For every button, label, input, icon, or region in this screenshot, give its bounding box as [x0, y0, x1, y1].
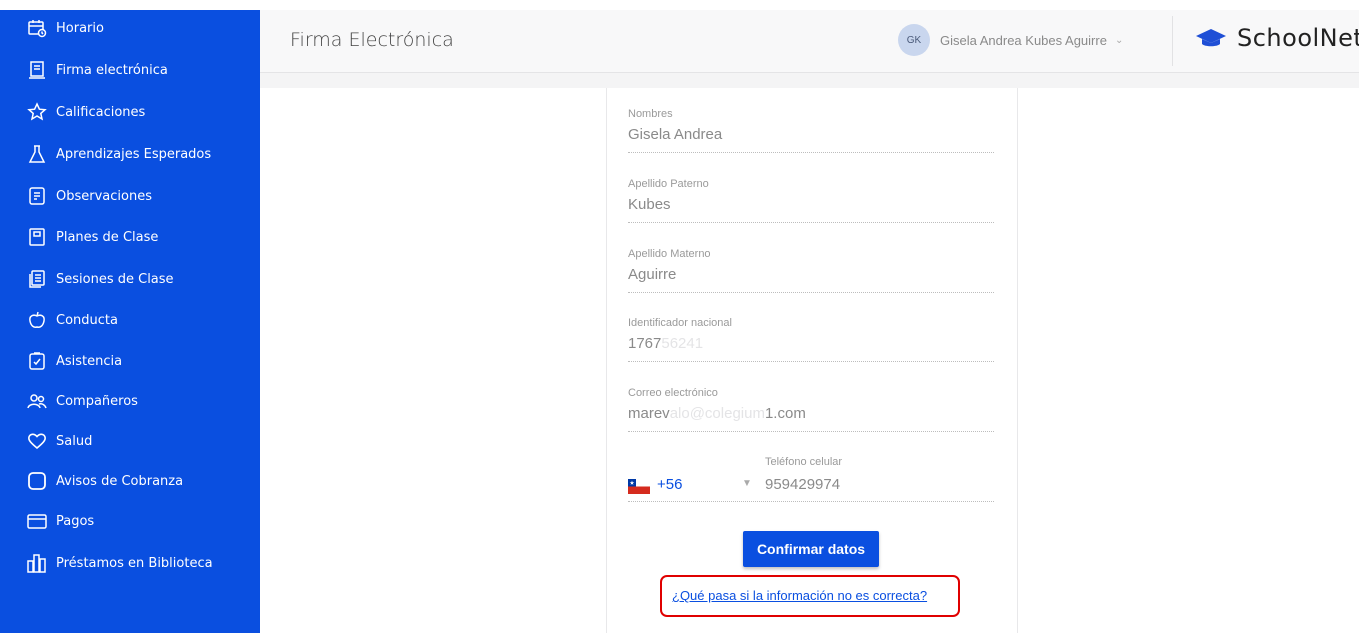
- incorrect-info-help-link[interactable]: ¿Qué pasa si la información no es correc…: [672, 588, 927, 603]
- plan-icon: [27, 227, 47, 247]
- note-icon: [27, 186, 47, 206]
- sidebar-item-salud[interactable]: Salud: [27, 429, 92, 453]
- sidebar-top-gap: [0, 0, 260, 10]
- card-icon: [27, 511, 47, 531]
- people-icon: [27, 391, 47, 411]
- field-underline: [628, 152, 994, 153]
- sidebar-item-aprendizajes-esperados[interactable]: Aprendizajes Esperados: [27, 142, 211, 166]
- attendance-icon: [27, 351, 47, 371]
- first-names-field: Nombres Gisela Andrea: [628, 108, 994, 153]
- field-value: Kubes: [628, 196, 671, 213]
- user-menu[interactable]: GK Gisela Andrea Kubes Aguirre ⌄: [898, 22, 1123, 58]
- avatar: GK: [898, 24, 930, 56]
- sidebar-item-firma-electronica[interactable]: Firma electrónica: [27, 58, 168, 82]
- sidebar-item-label: Observaciones: [56, 188, 152, 204]
- content-top-strip: [260, 73, 1359, 88]
- books-icon: [27, 553, 47, 573]
- brand-name: SchoolNet: [1237, 24, 1359, 52]
- sidebar-item-asistencia[interactable]: Asistencia: [27, 349, 122, 373]
- sidebar-item-pagos[interactable]: Pagos: [27, 509, 94, 533]
- country-code-select[interactable]: +56: [657, 476, 682, 493]
- field-label: Apellido Materno: [628, 248, 711, 260]
- field-underline: [628, 222, 994, 223]
- sidebar-item-label: Pagos: [56, 513, 95, 529]
- field-value: Aguirre: [628, 266, 677, 283]
- sidebar-item-observaciones[interactable]: Observaciones: [27, 184, 152, 208]
- field-value: Gisela Andrea: [628, 126, 723, 143]
- brand-logo: SchoolNet: [1195, 24, 1359, 52]
- sidebar-item-label: Préstamos en Biblioteca: [56, 555, 213, 571]
- sessions-icon: [27, 269, 47, 289]
- top-header: Firma Electrónica GK Gisela Andrea Kubes…: [260, 10, 1359, 73]
- mobile-phone-field: +56 ▼ Teléfono celular 959429974: [628, 456, 994, 506]
- document-sign-icon: [27, 60, 47, 80]
- field-label: Apellido Paterno: [628, 178, 709, 190]
- sidebar-item-avisos-de-cobranza[interactable]: Avisos de Cobranza: [27, 469, 183, 493]
- national-id-visible: 1767: [628, 335, 662, 352]
- sidebar-item-planes-de-clase[interactable]: Planes de Clase: [27, 225, 158, 249]
- national-id-field: Identificador nacional 176756241: [628, 317, 994, 362]
- user-name: Gisela Andrea Kubes Aguirre: [940, 32, 1107, 48]
- national-id-blurred: 56241: [661, 335, 704, 352]
- heart-icon: [27, 431, 47, 451]
- field-label: Identificador nacional: [628, 317, 732, 329]
- calendar-clock-icon: [27, 18, 47, 38]
- sidebar-item-label: Calificaciones: [56, 104, 146, 120]
- field-underline: [628, 501, 994, 502]
- sidebar-item-label: Planes de Clase: [56, 229, 159, 245]
- phone-value: 959429974: [765, 476, 841, 493]
- sidebar-item-label: Asistencia: [56, 353, 123, 369]
- sidebar-item-conducta[interactable]: Conducta: [27, 308, 118, 332]
- chevron-down-icon: ⌄: [1114, 34, 1124, 46]
- sidebar-item-label: Sesiones de Clase: [56, 271, 174, 287]
- sidebar-item-label: Compañeros: [56, 393, 138, 409]
- chile-flag-icon: [628, 479, 650, 494]
- field-label: Nombres: [628, 108, 673, 120]
- field-underline: [628, 431, 994, 432]
- sidebar-item-label: Avisos de Cobranza: [56, 473, 184, 489]
- star-icon: [27, 102, 47, 122]
- email-suffix: 1.com: [764, 405, 806, 422]
- field-underline: [628, 292, 994, 293]
- sidebar-item-label: Conducta: [56, 312, 118, 328]
- sidebar-item-label: Horario: [56, 20, 104, 36]
- email-field: Correo electrónico marevalo@colegium1.co…: [628, 387, 994, 432]
- header-divider: [1172, 16, 1173, 66]
- sidebar-item-sesiones-de-clase[interactable]: Sesiones de Clase: [27, 267, 174, 291]
- apple-icon: [27, 310, 47, 330]
- field-value: 176756241: [628, 335, 994, 355]
- sidebar-item-prestamos-en-biblioteca[interactable]: Préstamos en Biblioteca: [27, 551, 213, 575]
- field-label: Teléfono celular: [765, 456, 843, 468]
- sidebar-item-label: Firma electrónica: [56, 62, 168, 78]
- flask-icon: [27, 144, 47, 164]
- chevron-down-icon[interactable]: ▼: [742, 478, 752, 489]
- confirm-data-button[interactable]: Confirmar datos: [743, 531, 879, 567]
- field-label: Correo electrónico: [628, 387, 718, 399]
- sidebar-item-label: Salud: [56, 433, 93, 449]
- paternal-surname-field: Apellido Paterno Kubes: [628, 178, 994, 223]
- field-value: marevalo@colegium1.com: [628, 405, 994, 425]
- email-blurred: alo@colegium: [669, 405, 765, 422]
- email-visible: marev: [628, 405, 670, 422]
- page-title: Firma Electrónica: [290, 29, 454, 51]
- graduation-cap-icon: [1196, 29, 1226, 47]
- sidebar-item-label: Aprendizajes Esperados: [56, 146, 212, 162]
- sidebar-item-calificaciones[interactable]: Calificaciones: [27, 100, 145, 124]
- sidebar-item-companeros[interactable]: Compañeros: [27, 389, 138, 413]
- sidebar-item-horario[interactable]: Horario: [27, 16, 104, 40]
- field-underline: [628, 361, 994, 362]
- square-icon: [27, 471, 47, 491]
- maternal-surname-field: Apellido Materno Aguirre: [628, 248, 994, 293]
